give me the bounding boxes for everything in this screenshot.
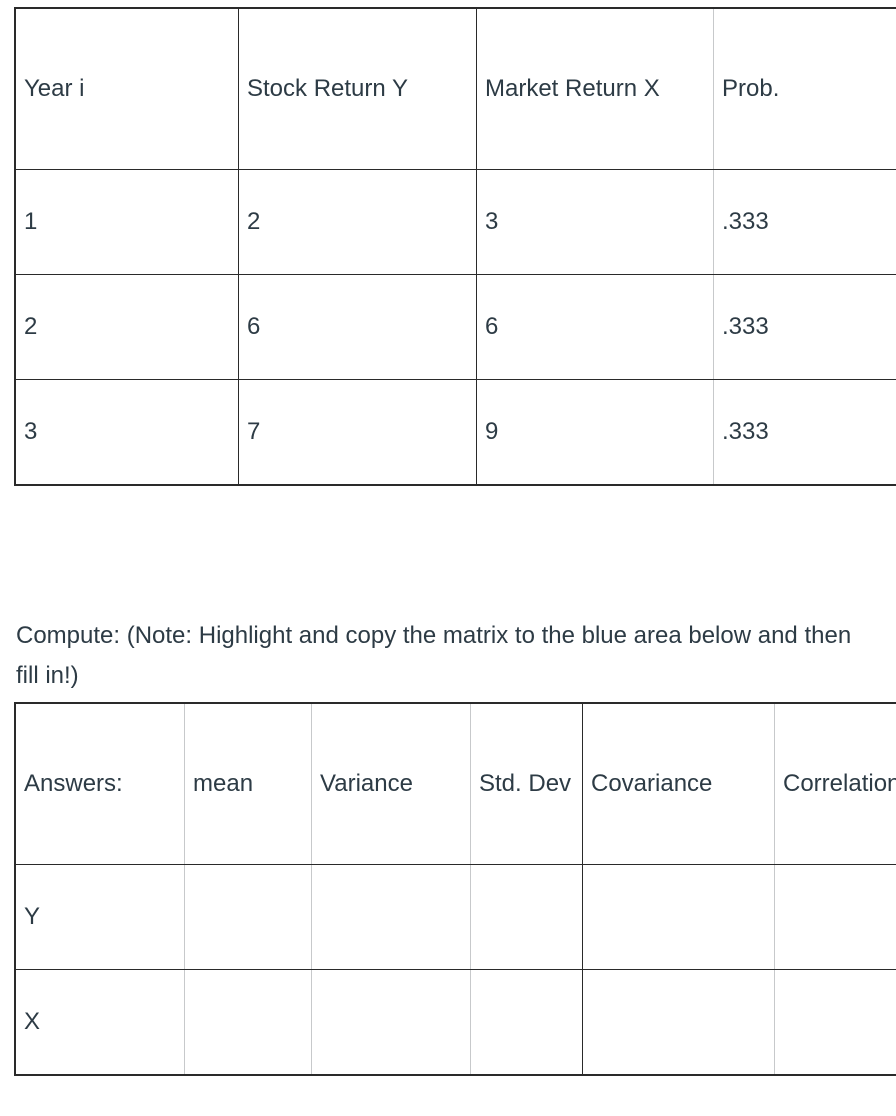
answer-cell-y-variance[interactable]	[311, 864, 471, 970]
cell-stock-return-y: 2	[238, 169, 477, 275]
table-row: 3 7 9 .333	[15, 379, 896, 486]
cell-market-return-x-value: 3	[485, 208, 499, 235]
cell-year-value: 3	[24, 418, 38, 445]
returns-table-container: Year i Stock Return Y Market Return X Pr…	[14, 7, 896, 486]
answer-cell-x-correlation[interactable]	[775, 970, 896, 1076]
column-header-variance: Variance	[311, 703, 471, 865]
column-header-covariance: Covariance	[582, 703, 775, 865]
column-header-year: Year i	[15, 8, 239, 170]
answer-cell-x-covariance[interactable]	[582, 969, 775, 1075]
cell-year-value: 1	[24, 208, 38, 235]
row-header-x: X	[15, 969, 185, 1075]
row-header-y: Y	[15, 864, 185, 970]
column-header-covariance-label: Covariance	[591, 770, 713, 797]
cell-stock-return-y-value: 7	[247, 418, 261, 445]
cell-prob-value: .333	[722, 208, 769, 235]
column-header-stock-return-y-label: Stock Return Y	[247, 75, 408, 102]
answer-cell-y-covariance[interactable]	[582, 864, 775, 970]
compute-instruction-text: Compute: (Note: Highlight and copy the m…	[16, 622, 852, 689]
cell-stock-return-y: 6	[238, 274, 477, 380]
table-row: X	[15, 969, 896, 1076]
column-header-correlation-label: Correlation	[783, 770, 896, 797]
column-header-stock-return-y: Stock Return Y	[238, 8, 477, 170]
column-header-prob-label: Prob.	[722, 75, 780, 102]
cell-prob-value: .333	[722, 418, 769, 445]
row-header-y-label: Y	[24, 903, 41, 930]
cell-stock-return-y: 7	[238, 379, 477, 485]
answer-cell-y-std-dev[interactable]	[470, 864, 583, 970]
column-header-prob: Prob.	[713, 8, 896, 170]
column-header-year-label: Year i	[24, 75, 85, 102]
cell-prob: .333	[714, 380, 896, 486]
table-row: 1 2 3 .333	[15, 169, 896, 275]
cell-market-return-x: 9	[476, 379, 714, 485]
column-header-variance-label: Variance	[320, 770, 413, 797]
column-header-mean-label: mean	[193, 770, 254, 797]
worksheet-page: Year i Stock Return Y Market Return X Pr…	[0, 0, 896, 1116]
column-header-market-return-x: Market Return X	[476, 8, 714, 170]
cell-prob: .333	[713, 169, 896, 275]
table-header-row: Answers: mean Variance Std. Dev Covarian…	[15, 703, 896, 865]
row-header-x-label: X	[24, 1008, 41, 1035]
answer-cell-x-variance[interactable]	[311, 969, 471, 1075]
column-header-correlation: Correlation	[774, 703, 896, 865]
table-row: Y	[15, 864, 896, 970]
cell-market-return-x-value: 9	[485, 418, 499, 445]
answers-matrix-table: Answers: mean Variance Std. Dev Covarian…	[14, 702, 896, 1076]
cell-prob: .333	[713, 274, 896, 380]
answer-cell-x-std-dev[interactable]	[470, 969, 583, 1075]
answers-table-container: Answers: mean Variance Std. Dev Covarian…	[14, 702, 896, 1076]
cell-prob-value: .333	[722, 313, 769, 340]
column-header-answers: Answers:	[15, 703, 185, 865]
column-header-market-return-x-label: Market Return X	[485, 75, 660, 102]
cell-market-return-x: 6	[476, 274, 714, 380]
cell-market-return-x: 3	[476, 169, 714, 275]
column-header-mean: mean	[184, 703, 312, 865]
cell-year: 3	[15, 379, 239, 485]
stock-and-market-returns-table: Year i Stock Return Y Market Return X Pr…	[14, 7, 896, 486]
answer-cell-y-correlation[interactable]	[774, 864, 896, 970]
cell-stock-return-y-value: 6	[247, 313, 261, 340]
table-header-row: Year i Stock Return Y Market Return X Pr…	[15, 8, 896, 170]
cell-year-value: 2	[24, 313, 38, 340]
table-row: 2 6 6 .333	[15, 274, 896, 380]
column-header-answers-label: Answers:	[24, 770, 123, 797]
cell-year: 1	[15, 169, 239, 275]
cell-year: 2	[15, 274, 239, 380]
answer-cell-x-mean[interactable]	[184, 969, 312, 1075]
column-header-std-dev-label: Std. Dev	[479, 770, 572, 797]
cell-market-return-x-value: 6	[485, 313, 499, 340]
answer-cell-y-mean[interactable]	[184, 864, 312, 970]
column-header-std-dev: Std. Dev	[470, 703, 583, 865]
cell-stock-return-y-value: 2	[247, 208, 261, 235]
